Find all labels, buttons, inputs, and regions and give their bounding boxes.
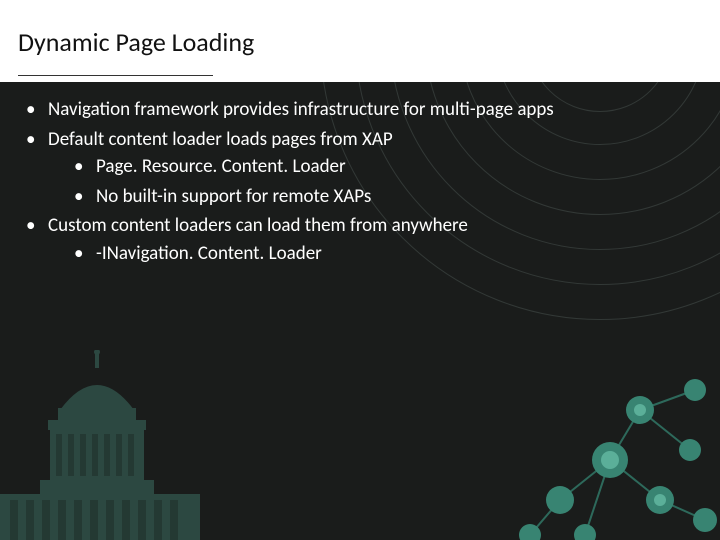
- slide-body: Navigation framework provides infrastruc…: [0, 82, 720, 267]
- molecule-pattern-icon: [490, 350, 720, 540]
- capitol-silhouette-icon: [0, 350, 210, 540]
- bullet-text: Navigation framework provides infrastruc…: [48, 98, 554, 121]
- list-item: Page. Resource. Content. Loader: [66, 153, 702, 181]
- list-item: -INavigation. Content. Loader: [66, 240, 702, 268]
- slide: Dynamic Page Loading Navigation framewor…: [0, 0, 720, 540]
- slide-title: Dynamic Page Loading: [0, 24, 254, 58]
- list-item: Default content loader loads pages from …: [18, 126, 702, 211]
- header-band: Dynamic Page Loading: [0, 0, 720, 82]
- bullet-text: Custom content loaders can load them fro…: [48, 214, 468, 237]
- list-item: Custom content loaders can load them fro…: [18, 212, 702, 267]
- list-item: Navigation framework provides infrastruc…: [18, 96, 702, 124]
- bullet-text: No built-in support for remote XAPs: [96, 185, 371, 208]
- title-underline: [18, 75, 213, 77]
- bullet-list: Navigation framework provides infrastruc…: [18, 96, 702, 267]
- bullet-text: -INavigation. Content. Loader: [96, 242, 322, 265]
- list-item: No built-in support for remote XAPs: [66, 183, 702, 211]
- bullet-text: Page. Resource. Content. Loader: [96, 155, 346, 178]
- bullet-text: Default content loader loads pages from …: [48, 128, 393, 151]
